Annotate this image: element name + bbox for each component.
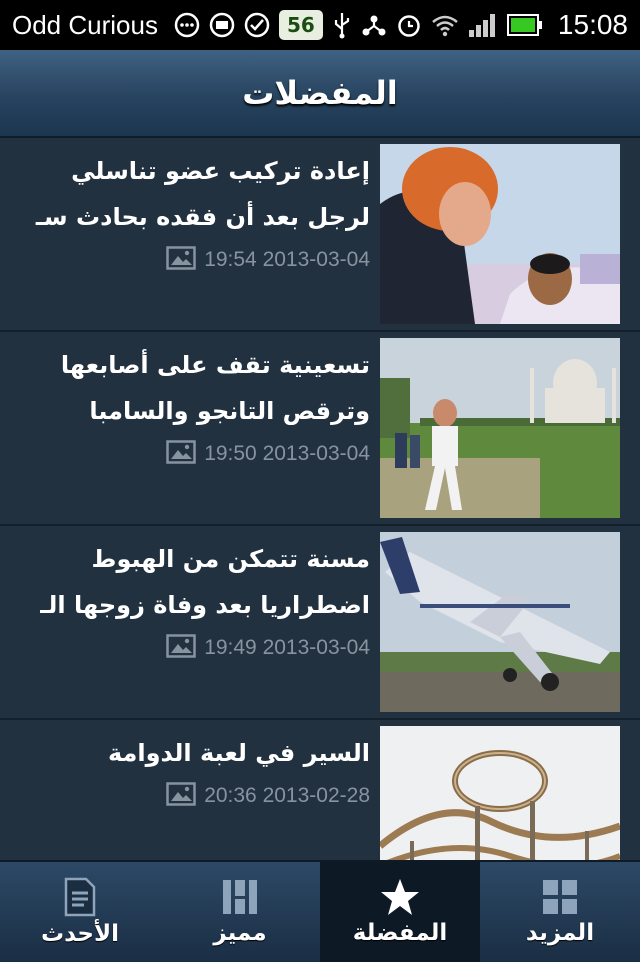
bottom-tab-bar: الأحدث مميز المفضلة المزيد (0, 860, 640, 962)
list-item[interactable]: مسنة تتمكن من الهبوط اضطراريا بعد وفاة ز… (0, 526, 640, 720)
image-icon (166, 246, 196, 274)
carrier-name: Odd Curious (12, 9, 158, 40)
list-item[interactable]: تسعينية تقف على أصابعها وترقص التانجو وا… (0, 332, 640, 526)
article-list[interactable]: إعادة تركيب عضو تناسلي لرجل بعد أن فقده … (0, 138, 640, 860)
columns-icon (221, 878, 259, 916)
tab-label: المزيد (525, 920, 595, 946)
m-icon (209, 12, 235, 38)
article-text: تسعينية تقف على أصابعها وترقص التانجو وا… (20, 342, 370, 468)
article-meta: 19:54 2013-03-04 (20, 246, 370, 274)
article-meta: 20:36 2013-02-28 (20, 782, 370, 810)
alarm-icon (396, 12, 422, 38)
article-headline: مسنة تتمكن من الهبوط اضطراريا بعد وفاة ز… (40, 545, 370, 619)
list-item[interactable]: السير في لعبة الدوامة 20:36 2013-02-28 (0, 720, 640, 860)
article-text: السير في لعبة الدوامة 20:36 2013-02-28 (20, 730, 370, 810)
tab-more[interactable]: المزيد (480, 862, 640, 962)
article-datetime: 19:49 2013-03-04 (204, 636, 370, 659)
image-icon (166, 440, 196, 468)
tab-latest[interactable]: الأحدث (0, 862, 160, 962)
article-datetime: 19:50 2013-03-04 (204, 442, 370, 465)
article-thumbnail (380, 532, 620, 712)
more-icon (174, 12, 200, 38)
article-datetime: 19:54 2013-03-04 (204, 248, 370, 271)
article-meta: 19:49 2013-03-04 (20, 634, 370, 662)
battery-icon (506, 14, 543, 36)
article-datetime: 20:36 2013-02-28 (204, 784, 370, 807)
image-icon (166, 782, 196, 810)
status-icons: 56 15:08 (174, 9, 628, 41)
tab-featured[interactable]: مميز (160, 862, 320, 962)
list-item[interactable]: إعادة تركيب عضو تناسلي لرجل بعد أن فقده … (0, 138, 640, 332)
star-icon (380, 878, 420, 916)
article-thumbnail (380, 144, 620, 324)
article-thumbnail (380, 726, 620, 860)
article-headline: السير في لعبة الدوامة (107, 739, 370, 767)
article-headline: تسعينية تقف على أصابعها وترقص التانجو وا… (60, 351, 370, 425)
grid-icon (541, 878, 579, 916)
tab-label: الأحدث (41, 921, 119, 947)
tab-label: مميز (213, 920, 267, 946)
tab-label: المفضلة (352, 920, 448, 946)
signal-icon (468, 12, 498, 38)
image-icon (166, 634, 196, 662)
article-thumbnail (380, 338, 620, 518)
document-icon (63, 877, 97, 917)
page-title: المفضلات (242, 74, 398, 112)
usb-icon (332, 11, 352, 39)
check-icon (244, 12, 270, 38)
article-text: إعادة تركيب عضو تناسلي لرجل بعد أن فقده … (20, 148, 370, 274)
tab-favorites[interactable]: المفضلة (320, 862, 480, 962)
article-headline: إعادة تركيب عضو تناسلي لرجل بعد أن فقده … (35, 157, 370, 231)
article-meta: 19:50 2013-03-04 (20, 440, 370, 468)
badge-icon: 56 (278, 10, 323, 40)
clock: 15:08 (557, 9, 628, 40)
status-bar: Odd Curious 56 15:08 (0, 0, 640, 50)
share-icon (361, 12, 387, 38)
wifi-icon (431, 13, 459, 37)
article-text: مسنة تتمكن من الهبوط اضطراريا بعد وفاة ز… (20, 536, 370, 662)
title-bar: المفضلات (0, 50, 640, 138)
